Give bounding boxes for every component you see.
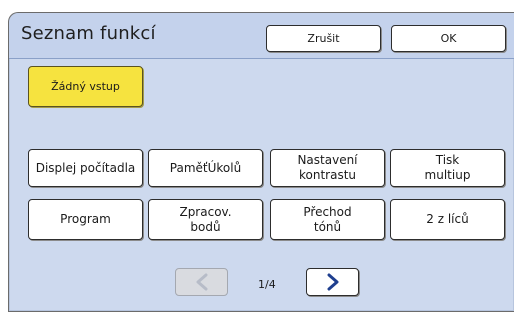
function-label-line-2: multiup xyxy=(424,168,471,182)
function-button-dot-processing[interactable]: Zpracov. bodů xyxy=(148,199,263,240)
page-indicator: 1/4 xyxy=(258,278,276,291)
chevron-left-icon xyxy=(194,273,210,291)
function-label-line-2: kontrastu xyxy=(298,168,357,182)
function-label-line-1: Tisk xyxy=(435,153,460,167)
function-label-line-1: Nastavení xyxy=(297,153,358,167)
function-label: 2 z líců xyxy=(426,212,469,226)
function-label: PaměťÚkolů xyxy=(169,160,242,175)
function-button-two-sided[interactable]: 2 z líců xyxy=(390,199,505,240)
function-button-job-memory[interactable]: PaměťÚkolů xyxy=(148,149,263,187)
function-label: Program xyxy=(60,212,111,226)
function-button-multiup-print[interactable]: Tisk multiup xyxy=(390,149,505,187)
function-label-line-2: bodů xyxy=(190,219,221,234)
function-label-line-2: tónů xyxy=(313,219,342,234)
ok-button[interactable]: OK xyxy=(391,25,506,52)
function-list-dialog: Seznam funkcí Zrušit OK Žádný vstup Disp… xyxy=(8,12,514,312)
no-input-button[interactable]: Žádný vstup xyxy=(28,66,143,107)
function-button-tone-transition[interactable]: Přechod tónů xyxy=(270,199,385,240)
function-label: Displej počítadla xyxy=(35,160,136,175)
dialog-title: Seznam funkcí xyxy=(21,23,156,44)
chevron-right-icon xyxy=(325,273,341,291)
cancel-button[interactable]: Zrušit xyxy=(266,25,381,52)
function-label-line-1: Zpracov. xyxy=(179,204,232,219)
function-button-program[interactable]: Program xyxy=(28,199,143,240)
screen: Seznam funkcí Zrušit OK Žádný vstup Disp… xyxy=(0,0,515,313)
function-button-counter-display[interactable]: Displej počítadla xyxy=(28,149,143,187)
function-button-contrast-setting[interactable]: Nastavení kontrastu xyxy=(270,149,385,187)
next-page-button[interactable] xyxy=(306,268,359,296)
function-label-line-1: Přechod xyxy=(303,204,352,219)
previous-page-button[interactable] xyxy=(175,268,228,296)
